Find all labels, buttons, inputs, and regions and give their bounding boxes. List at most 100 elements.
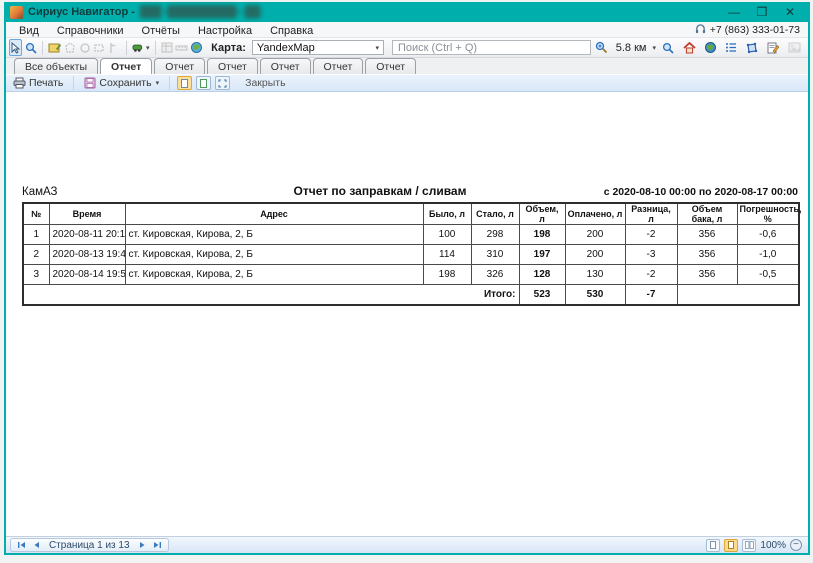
scale-dropdown-arrow[interactable]: ▾ (652, 44, 656, 52)
tab-4[interactable]: Отчет (260, 58, 311, 74)
prev-page-button[interactable] (30, 539, 43, 551)
menu-item-1[interactable]: Справочники (48, 25, 133, 37)
table-cell: 198 (519, 225, 565, 245)
image-icon[interactable] (785, 39, 803, 56)
report-table: №ВремяАдресБыло, лСтало, лОбъем, лОплаче… (22, 202, 800, 306)
main-toolbar: ▾ Карта: YandexMap ▾ 5.8 км ▾ (6, 38, 808, 58)
column-header: Стало, л (471, 203, 519, 225)
map-select-value: YandexMap (257, 42, 315, 54)
total-cell: 530 (565, 285, 625, 305)
magnifier-icon[interactable] (24, 39, 37, 56)
save-icon (84, 77, 96, 89)
polygon-icon[interactable] (63, 39, 76, 56)
map-select[interactable]: YandexMap ▾ (252, 40, 384, 55)
tab-5[interactable]: Отчет (313, 58, 364, 74)
column-header: Разница, л (625, 203, 677, 225)
area-icon[interactable] (743, 39, 761, 56)
layout-facing-button[interactable] (742, 539, 756, 552)
view-green-page-button[interactable] (196, 76, 211, 90)
layout-continuous-button[interactable] (724, 539, 738, 552)
table-cell: 3 (23, 265, 49, 285)
print-button[interactable]: Печать (10, 77, 66, 89)
table-cell: 130 (565, 265, 625, 285)
menu-item-4[interactable]: Справка (261, 25, 322, 37)
table-cell: 356 (677, 265, 737, 285)
toolbar-separator (42, 41, 43, 55)
table-cell: ст. Кировская, Кирова, 2, Б (125, 225, 423, 245)
menu-bar: ВидСправочникиОтчётыНастройкаСправка +7 … (6, 22, 808, 38)
total-row: Итого:523530-7 (23, 285, 799, 305)
tab-2[interactable]: Отчет (154, 58, 205, 74)
globe-layers-icon[interactable] (190, 39, 203, 56)
column-header: Объем бака, л (677, 203, 737, 225)
table-cell: 356 (677, 225, 737, 245)
app-logo-icon (10, 6, 23, 19)
table-cell: -2 (625, 265, 677, 285)
home-icon[interactable] (680, 39, 698, 56)
report-title: Отчет по заправкам / сливам (192, 184, 568, 198)
table-cell: 200 (565, 245, 625, 265)
ruler-icon[interactable] (175, 39, 188, 56)
view-fit-page-button[interactable] (215, 76, 230, 90)
magnifier-icon[interactable] (659, 39, 677, 56)
tab-6[interactable]: Отчет (365, 58, 416, 74)
zoom-out-button[interactable]: − (790, 539, 802, 551)
column-header: Адрес (125, 203, 423, 225)
table-cell: 2020-08-11 20:15 (49, 225, 125, 245)
first-page-button[interactable] (15, 539, 28, 551)
table-row: 22020-08-13 19:41ст. Кировская, Кирова, … (23, 245, 799, 265)
last-page-button[interactable] (151, 539, 164, 551)
tab-3[interactable]: Отчет (207, 58, 258, 74)
globe-icon[interactable] (701, 39, 719, 56)
next-page-button[interactable] (136, 539, 149, 551)
circle-icon[interactable] (78, 39, 91, 56)
tab-1[interactable]: Отчет (100, 58, 152, 74)
zoom-level: 100% (760, 540, 786, 551)
vehicle-dropdown-arrow[interactable]: ▾ (146, 44, 150, 52)
close-button[interactable]: ✕ (776, 3, 804, 21)
table-cell: -1,0 (737, 245, 799, 265)
vehicle-icon[interactable]: ▾ (132, 39, 150, 56)
save-button[interactable]: Сохранить ▾ (81, 77, 162, 89)
report-toolbar: Печать Сохранить ▾ Закрыть (6, 75, 808, 92)
headset-icon (695, 24, 706, 35)
page-indicator: Страница 1 из 13 (49, 540, 130, 551)
total-cell: 523 (519, 285, 565, 305)
flag-icon[interactable] (108, 39, 121, 56)
report-vehicle: КамАЗ (22, 186, 192, 198)
minimize-button[interactable]: — (720, 3, 748, 21)
toolbar-separator (73, 76, 74, 90)
menu-item-3[interactable]: Настройка (189, 25, 261, 37)
view-single-page-button[interactable] (177, 76, 192, 90)
map-edit-icon[interactable] (48, 39, 61, 56)
close-report-button[interactable]: Закрыть (242, 77, 288, 89)
note-edit-icon[interactable] (764, 39, 782, 56)
table-cell: 198 (423, 265, 471, 285)
search-input[interactable] (392, 40, 591, 55)
pointer-icon[interactable] (9, 39, 22, 56)
table-cell: 1 (23, 225, 49, 245)
table-cell: 356 (677, 245, 737, 265)
total-cell (677, 285, 799, 305)
support-phone-number: +7 (863) 333-01-73 (710, 24, 800, 36)
zoom-in-icon[interactable] (593, 39, 611, 56)
table-cell: ст. Кировская, Кирова, 2, Б (125, 265, 423, 285)
status-bar: Страница 1 из 13 100% − (6, 536, 808, 553)
menu-item-2[interactable]: Отчёты (133, 25, 189, 37)
rectangle-icon[interactable] (93, 39, 106, 56)
tab-0[interactable]: Все объекты (14, 58, 98, 74)
close-report-label: Закрыть (245, 77, 285, 89)
maximize-button[interactable]: ❒ (748, 3, 776, 21)
total-cell: -7 (625, 285, 677, 305)
column-header: Объем, л (519, 203, 565, 225)
list-icon[interactable] (722, 39, 740, 56)
table-cell: 310 (471, 245, 519, 265)
menu-item-0[interactable]: Вид (10, 25, 48, 37)
layout-single-button[interactable] (706, 539, 720, 552)
map-scale-value[interactable]: 5.8 км (616, 42, 647, 54)
save-dropdown-arrow[interactable]: ▾ (156, 79, 160, 87)
table-icon[interactable] (160, 39, 173, 56)
map-label: Карта: (211, 42, 246, 54)
window-title: Сириус Навигатор - (28, 6, 135, 18)
save-button-label: Сохранить (99, 77, 151, 89)
